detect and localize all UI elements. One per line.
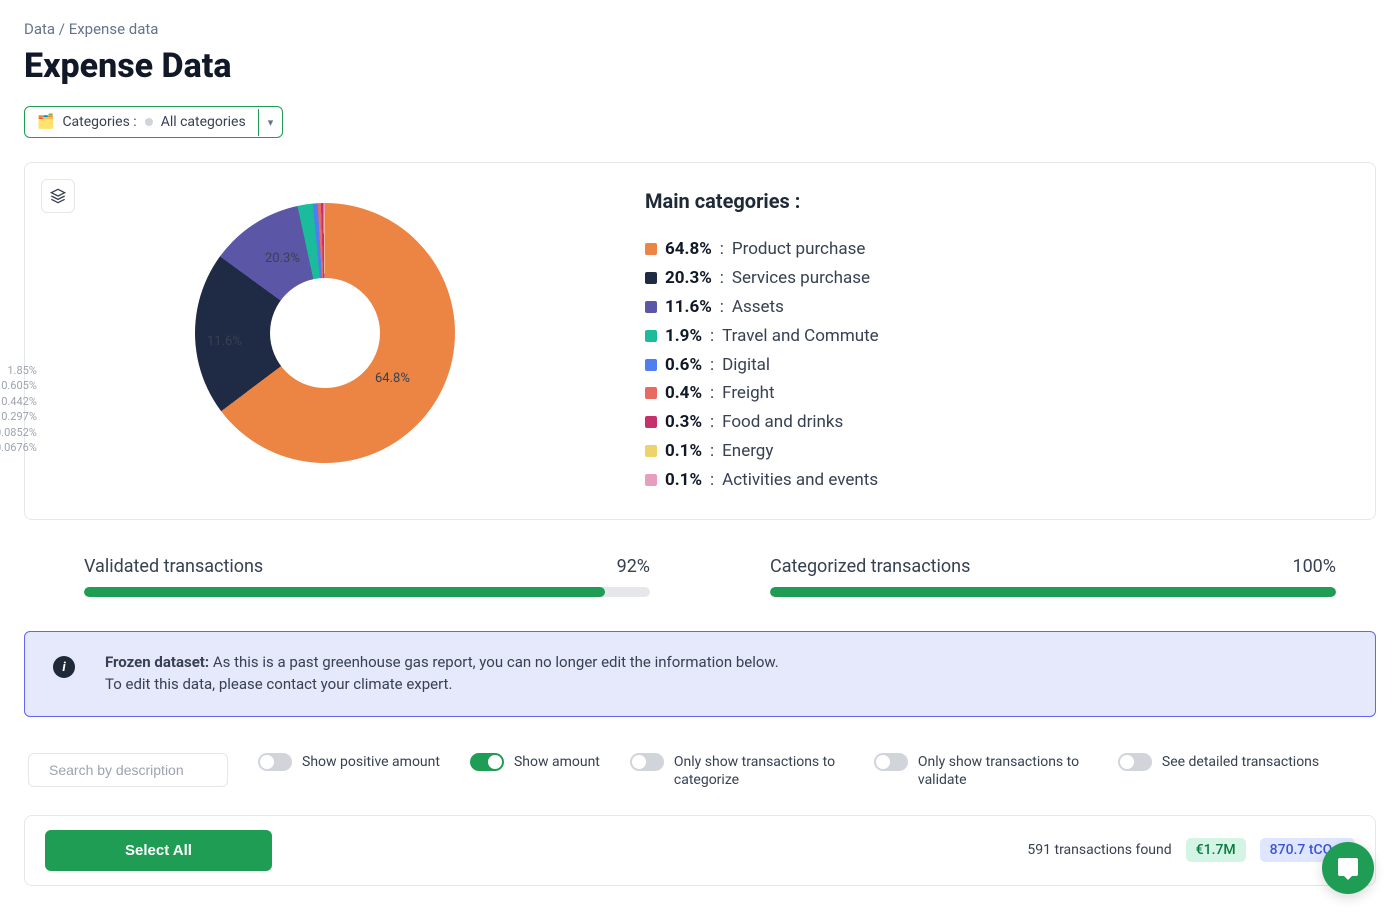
categories-filter[interactable]: 🗂️ Categories : All categories ▾: [24, 106, 283, 138]
slice-label-0: 64.8%: [375, 371, 410, 386]
toggle-only-categorize[interactable]: [630, 753, 664, 771]
legend-item[interactable]: 0.1%:Activities and events: [645, 466, 1347, 495]
legend-name: Travel and Commute: [722, 322, 879, 351]
toggle-only-validate[interactable]: [874, 753, 908, 771]
select-all-button[interactable]: Select All: [45, 830, 272, 871]
transactions-count: 591 transactions found: [1027, 842, 1171, 858]
legend-pct: 20.3%: [665, 264, 712, 293]
legend-swatch: [645, 474, 657, 486]
legend-pct: 64.8%: [665, 235, 712, 264]
legend-item[interactable]: 0.3%:Food and drinks: [645, 408, 1347, 437]
legend-item[interactable]: 0.4%:Freight: [645, 379, 1347, 408]
legend-name: Digital: [722, 351, 770, 380]
categorized-label: Categorized transactions: [770, 556, 970, 577]
legend-pct: 11.6%: [665, 293, 712, 322]
legend-name: Energy: [722, 437, 773, 466]
info-line2: To edit this data, please contact your c…: [105, 675, 452, 693]
legend-item[interactable]: 0.6%:Digital: [645, 351, 1347, 380]
categories-filter-label: Categories :: [62, 114, 136, 130]
info-line1: As this is a past greenhouse gas report,…: [213, 653, 779, 671]
legend-swatch: [645, 272, 657, 284]
legend-name: Assets: [732, 293, 784, 322]
legend-pct: 0.3%: [665, 408, 702, 437]
toggle-show-amount[interactable]: [470, 753, 504, 771]
chart-legend: Main categories : 64.8%:Product purchase…: [645, 183, 1347, 495]
toggle-show-amount-label: Show amount: [514, 753, 600, 771]
legend-item[interactable]: 0.1%:Energy: [645, 437, 1347, 466]
chat-fab[interactable]: [1322, 842, 1374, 894]
categorized-pct: 100%: [1292, 556, 1336, 577]
legend-name: Services purchase: [732, 264, 870, 293]
legend-item[interactable]: 20.3%:Services purchase: [645, 264, 1347, 293]
toggle-detailed-label: See detailed transactions: [1162, 753, 1319, 771]
slice-label-2: 11.6%: [207, 334, 242, 349]
small-slice-labels: 1.85%0.605%0.442%0.297%0.0852%0.0676%: [0, 363, 37, 455]
legend-item[interactable]: 64.8%:Product purchase: [645, 235, 1347, 264]
legend-swatch: [645, 330, 657, 342]
toggle-detailed[interactable]: [1118, 753, 1152, 771]
donut-chart: 64.8% 20.3% 11.6% 1.85%0.605%0.442%0.297…: [45, 183, 605, 483]
legend-name: Food and drinks: [722, 408, 843, 437]
categories-filter-dot: [145, 118, 153, 126]
legend-pct: 0.1%: [665, 466, 702, 495]
categorized-progress: Categorized transactions 100%: [770, 556, 1336, 597]
chevron-down-icon[interactable]: ▾: [258, 109, 283, 136]
info-icon: i: [53, 656, 75, 678]
validated-label: Validated transactions: [84, 556, 263, 577]
legend-swatch: [645, 359, 657, 371]
total-money-pill: €1.7M: [1186, 838, 1246, 862]
legend-name: Product purchase: [732, 235, 865, 264]
legend-swatch: [645, 387, 657, 399]
toggle-only-categorize-label: Only show transactions to categorize: [674, 753, 844, 789]
toggle-show-positive-label: Show positive amount: [302, 753, 440, 771]
results-bar: Select All 591 transactions found €1.7M …: [24, 815, 1376, 886]
chart-card: 64.8% 20.3% 11.6% 1.85%0.605%0.442%0.297…: [24, 162, 1376, 520]
toggle-show-positive[interactable]: [258, 753, 292, 771]
chat-icon: [1336, 856, 1360, 880]
legend-swatch: [645, 445, 657, 457]
legend-swatch: [645, 301, 657, 313]
search-input-wrap[interactable]: [28, 753, 228, 787]
legend-name: Freight: [722, 379, 774, 408]
toggle-only-validate-label: Only show transactions to validate: [918, 753, 1088, 789]
frozen-dataset-info: i Frozen dataset: As this is a past gree…: [24, 631, 1376, 717]
chart-title: Main categories :: [645, 189, 1347, 213]
slice-label-1: 20.3%: [265, 251, 300, 266]
info-title: Frozen dataset:: [105, 653, 209, 671]
categories-icon: 🗂️: [37, 114, 54, 130]
page-title: Expense Data: [24, 46, 1376, 86]
legend-pct: 0.1%: [665, 437, 702, 466]
breadcrumb[interactable]: Data / Expense data: [24, 20, 1376, 38]
search-input[interactable]: [49, 762, 230, 778]
validated-progress: Validated transactions 92%: [84, 556, 650, 597]
legend-item[interactable]: 11.6%:Assets: [645, 293, 1347, 322]
legend-swatch: [645, 416, 657, 428]
legend-name: Activities and events: [722, 466, 878, 495]
legend-item[interactable]: 1.9%:Travel and Commute: [645, 322, 1347, 351]
legend-pct: 0.6%: [665, 351, 702, 380]
legend-pct: 0.4%: [665, 379, 702, 408]
legend-pct: 1.9%: [665, 322, 702, 351]
categories-filter-value: All categories: [161, 114, 246, 130]
validated-pct: 92%: [617, 556, 650, 577]
legend-swatch: [645, 243, 657, 255]
